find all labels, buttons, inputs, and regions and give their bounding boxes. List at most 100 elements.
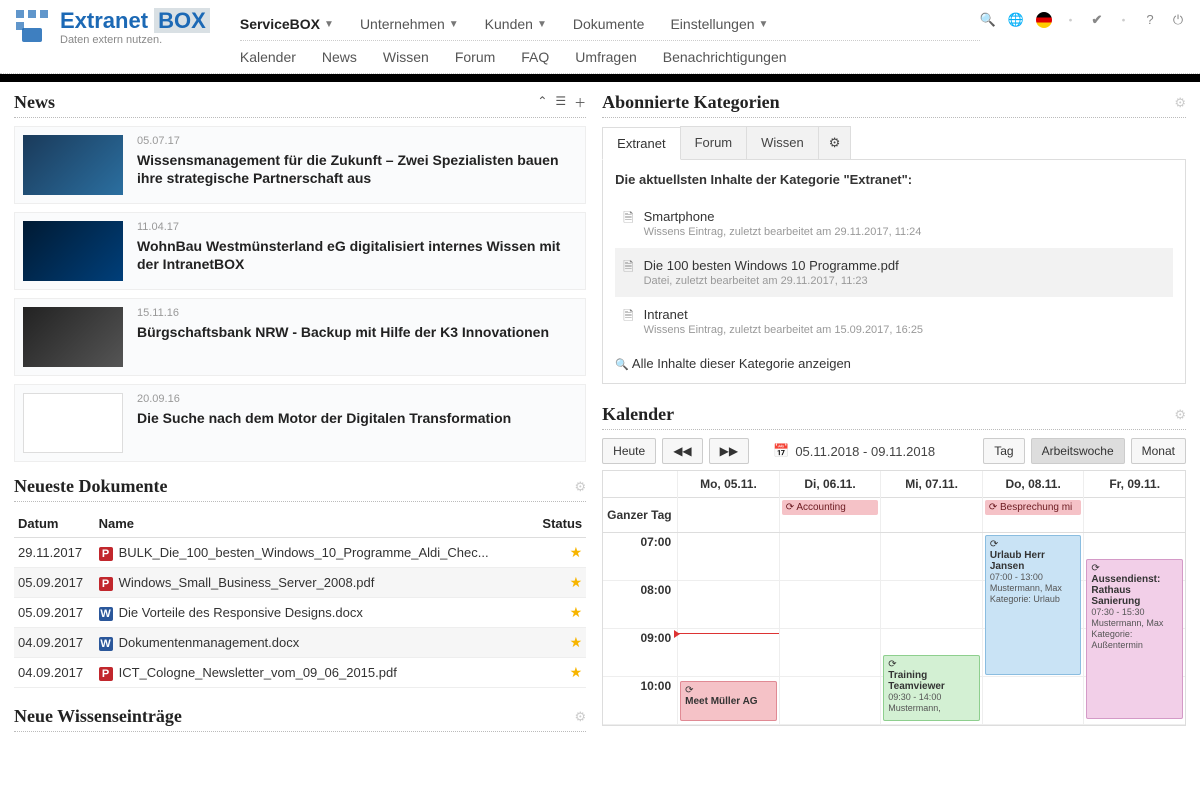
calendar-event[interactable]: Aussendienst: Rathaus Sanierung 07:30 - … xyxy=(1086,559,1183,719)
list-view-icon[interactable]: ☰ xyxy=(555,94,566,111)
power-icon[interactable]: ⏻ xyxy=(1170,12,1186,28)
nav-news[interactable]: News xyxy=(322,49,357,65)
table-row[interactable]: 05.09.2017PWindows_Small_Business_Server… xyxy=(14,568,586,598)
day-column[interactable]: Training Teamviewer 09:30 - 14:00 Muster… xyxy=(880,533,982,725)
documents-table: Datum Name Status 29.11.2017PBULK_Die_10… xyxy=(14,510,586,688)
news-item[interactable]: 20.09.16Die Suche nach dem Motor der Dig… xyxy=(14,384,586,462)
nav-faq[interactable]: FAQ xyxy=(521,49,549,65)
add-icon[interactable]: ＋ xyxy=(574,94,586,111)
cell-date: 05.09.2017 xyxy=(14,598,95,628)
language-flag-icon[interactable] xyxy=(1036,12,1052,28)
view-day-button[interactable]: Tag xyxy=(983,438,1024,464)
news-date: 05.07.17 xyxy=(137,135,577,147)
nav-einstellungen[interactable]: Einstellungen▼ xyxy=(670,16,768,32)
table-row[interactable]: 05.09.2017WDie Vorteile des Responsive D… xyxy=(14,598,586,628)
item-name[interactable]: Intranet xyxy=(644,307,923,322)
star-icon[interactable]: ★ xyxy=(570,664,583,680)
next-button[interactable]: ▶▶ xyxy=(709,438,749,464)
table-row[interactable]: 04.09.2017PICT_Cologne_Newsletter_vom_09… xyxy=(14,658,586,688)
star-icon[interactable]: ★ xyxy=(570,604,583,620)
category-item[interactable]: 🗎SmartphoneWissens Eintrag, zuletzt bear… xyxy=(615,199,1173,248)
show-all-link[interactable]: Alle Inhalte dieser Kategorie anzeigen xyxy=(615,356,1173,371)
news-thumbnail xyxy=(23,135,123,195)
nav-umfragen[interactable]: Umfragen xyxy=(575,49,636,65)
news-headline[interactable]: Wissensmanagement für die Zukunft – Zwei… xyxy=(137,151,577,187)
day-header[interactable]: Di, 06.11. xyxy=(780,471,881,498)
star-icon[interactable]: ★ xyxy=(570,574,583,590)
gear-icon[interactable]: ⚙ xyxy=(1174,95,1186,111)
gear-icon[interactable]: ⚙ xyxy=(575,479,587,495)
divider: ・ xyxy=(1064,10,1077,29)
cell-name[interactable]: WDokumentenmanagement.docx xyxy=(95,628,534,658)
gear-icon[interactable]: ⚙ xyxy=(575,709,587,725)
star-icon[interactable]: ★ xyxy=(570,544,583,560)
status-ok-icon[interactable]: ✔ xyxy=(1089,12,1105,28)
day-column[interactable]: Aussendienst: Rathaus Sanierung 07:30 - … xyxy=(1083,533,1185,725)
cell-name[interactable]: PWindows_Small_Business_Server_2008.pdf xyxy=(95,568,534,598)
allday-event[interactable]: Besprechung mi xyxy=(985,500,1082,515)
cell-status[interactable]: ★ xyxy=(534,568,587,598)
item-name[interactable]: Smartphone xyxy=(644,209,922,224)
cell-status[interactable]: ★ xyxy=(534,538,587,568)
col-name[interactable]: Name xyxy=(95,510,534,538)
cell-name[interactable]: PICT_Cologne_Newsletter_vom_09_06_2015.p… xyxy=(95,658,534,688)
news-headline[interactable]: WohnBau Westmünsterland eG digitalisiert… xyxy=(137,237,577,273)
nav-wissen[interactable]: Wissen xyxy=(383,49,429,65)
nav-dokumente[interactable]: Dokumente xyxy=(573,16,645,32)
day-header[interactable]: Fr, 09.11. xyxy=(1084,471,1185,498)
day-header[interactable]: Mo, 05.11. xyxy=(678,471,779,498)
search-icon[interactable]: 🔍 xyxy=(980,12,996,28)
collapse-icon[interactable]: ⌃ xyxy=(537,94,547,111)
cell-status[interactable]: ★ xyxy=(534,628,587,658)
news-headline[interactable]: Die Suche nach dem Motor der Digitalen T… xyxy=(137,409,511,427)
cell-name[interactable]: WDie Vorteile des Responsive Designs.doc… xyxy=(95,598,534,628)
nav-forum[interactable]: Forum xyxy=(455,49,495,65)
globe-icon[interactable]: 🌐 xyxy=(1008,12,1024,28)
day-column[interactable] xyxy=(779,533,881,725)
table-row[interactable]: 04.09.2017WDokumentenmanagement.docx★ xyxy=(14,628,586,658)
brand-logo[interactable] xyxy=(14,8,50,44)
calendar-event[interactable]: Urlaub Herr Jansen 07:00 - 13:00 Musterm… xyxy=(985,535,1082,675)
news-item[interactable]: 05.07.17 Wissensmanagement für die Zukunf… xyxy=(14,126,586,204)
cell-status[interactable]: ★ xyxy=(534,598,587,628)
news-item[interactable]: 15.11.16Bürgschaftsbank NRW - Backup mit… xyxy=(14,298,586,376)
brand-name[interactable]: Extranet BOX xyxy=(60,8,210,34)
item-meta: Wissens Eintrag, zuletzt bearbeitet am 1… xyxy=(644,324,923,336)
cell-name[interactable]: PBULK_Die_100_besten_Windows_10_Programm… xyxy=(95,538,534,568)
category-item[interactable]: 🗎Die 100 besten Windows 10 Programme.pdf… xyxy=(615,248,1173,297)
tab-wissen[interactable]: Wissen xyxy=(746,126,819,159)
nav-kunden[interactable]: Kunden▼ xyxy=(485,16,547,32)
categories-title: Abonnierte Kategorien xyxy=(602,92,779,113)
prev-button[interactable]: ◀◀ xyxy=(662,438,702,464)
view-month-button[interactable]: Monat xyxy=(1131,438,1186,464)
tab-forum[interactable]: Forum xyxy=(680,126,748,159)
pdf-icon: P xyxy=(99,547,113,561)
table-row[interactable]: 29.11.2017PBULK_Die_100_besten_Windows_1… xyxy=(14,538,586,568)
gear-icon[interactable]: ⚙ xyxy=(1174,407,1186,423)
calendar-event[interactable]: Training Teamviewer 09:30 - 14:00 Muster… xyxy=(883,655,980,721)
tab-settings[interactable]: ⚙ xyxy=(818,126,852,159)
help-icon[interactable]: ? xyxy=(1142,12,1158,28)
day-header[interactable]: Do, 08.11. xyxy=(983,471,1084,498)
nav-kalender[interactable]: Kalender xyxy=(240,49,296,65)
day-column[interactable]: Urlaub Herr Jansen 07:00 - 13:00 Musterm… xyxy=(982,533,1084,725)
star-icon[interactable]: ★ xyxy=(570,634,583,650)
today-button[interactable]: Heute xyxy=(602,438,656,464)
news-item[interactable]: 11.04.17WohnBau Westmünsterland eG digit… xyxy=(14,212,586,290)
nav-servicebox[interactable]: ServiceBOX▼ xyxy=(240,16,334,32)
cell-status[interactable]: ★ xyxy=(534,658,587,688)
category-item[interactable]: 🗎IntranetWissens Eintrag, zuletzt bearbe… xyxy=(615,297,1173,346)
nav-unternehmen[interactable]: Unternehmen▼ xyxy=(360,16,459,32)
tab-extranet[interactable]: Extranet xyxy=(602,127,680,160)
item-name[interactable]: Die 100 besten Windows 10 Programme.pdf xyxy=(644,258,899,273)
news-headline[interactable]: Bürgschaftsbank NRW - Backup mit Hilfe d… xyxy=(137,323,549,341)
calendar-event[interactable]: Meet Müller AG xyxy=(680,681,777,721)
day-header[interactable]: Mi, 07.11. xyxy=(881,471,982,498)
day-column[interactable]: Meet Müller AG xyxy=(677,533,779,725)
date-range[interactable]: 📅 05.11.2018 - 09.11.2018 xyxy=(773,443,935,459)
view-week-button[interactable]: Arbeitswoche xyxy=(1031,438,1125,464)
col-status[interactable]: Status xyxy=(534,510,587,538)
allday-event[interactable]: Accounting xyxy=(782,500,879,515)
col-date[interactable]: Datum xyxy=(14,510,95,538)
nav-benachrichtigungen[interactable]: Benachrichtigungen xyxy=(663,49,787,65)
